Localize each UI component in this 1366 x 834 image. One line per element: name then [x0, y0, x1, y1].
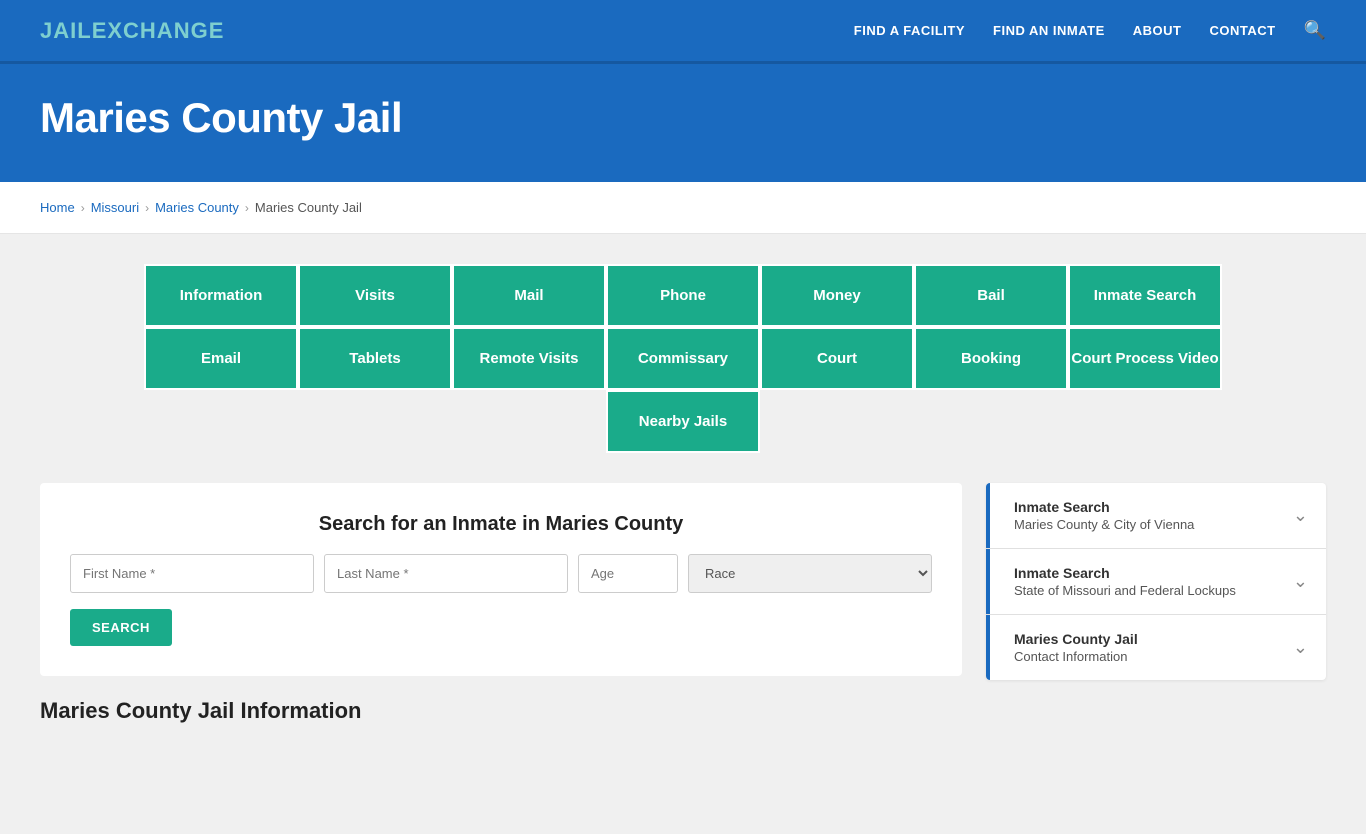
- logo-jail: JAIL: [40, 18, 92, 43]
- logo[interactable]: JAILEXCHANGE: [40, 18, 224, 44]
- feature-button-grid: Information Visits Mail Phone Money Bail…: [40, 264, 1326, 453]
- btn-court-process-video[interactable]: Court Process Video: [1068, 327, 1222, 390]
- button-row-3: Nearby Jails: [606, 390, 760, 453]
- section-heading: Maries County Jail Information: [40, 698, 1326, 730]
- nav-find-inmate[interactable]: FIND AN INMATE: [993, 23, 1105, 38]
- last-name-input[interactable]: [324, 554, 568, 593]
- btn-money[interactable]: Money: [760, 264, 914, 327]
- main-nav: FIND A FACILITY FIND AN INMATE ABOUT CON…: [854, 20, 1326, 41]
- sep-2: ›: [145, 201, 149, 215]
- nav-find-facility[interactable]: FIND A FACILITY: [854, 23, 965, 38]
- page-title: Maries County Jail: [40, 94, 1326, 142]
- search-button[interactable]: SEARCH: [70, 609, 172, 646]
- first-name-input[interactable]: [70, 554, 314, 593]
- nav-about[interactable]: ABOUT: [1133, 23, 1182, 38]
- chevron-down-icon-3: ⌄: [1293, 637, 1308, 658]
- sidebar-accent-2: [986, 549, 990, 614]
- logo-exchange: EXCHANGE: [92, 18, 225, 43]
- sidebar-item-text: Inmate Search Maries County & City of Vi…: [1004, 499, 1194, 532]
- button-row-1: Information Visits Mail Phone Money Bail…: [144, 264, 1222, 327]
- nav-contact[interactable]: CONTACT: [1209, 23, 1275, 38]
- bottom-row: Search for an Inmate in Maries County Ra…: [40, 483, 1326, 680]
- search-form-fields: Race White Black Hispanic Asian Other: [70, 554, 932, 593]
- sidebar-item-title: Inmate Search: [1014, 499, 1194, 515]
- sidebar-item-text-3: Maries County Jail Contact Information: [1004, 631, 1138, 664]
- btn-commissary[interactable]: Commissary: [606, 327, 760, 390]
- sidebar-accent: [986, 483, 990, 548]
- section-heading-wrapper: Maries County Jail Information: [40, 698, 1326, 730]
- sidebar-item-subtitle-2: State of Missouri and Federal Lockups: [1014, 583, 1236, 598]
- sidebar-panel: Inmate Search Maries County & City of Vi…: [986, 483, 1326, 680]
- sidebar-inmate-search-state[interactable]: Inmate Search State of Missouri and Fede…: [986, 549, 1326, 615]
- age-input[interactable]: [578, 554, 678, 593]
- btn-bail[interactable]: Bail: [914, 264, 1068, 327]
- chevron-down-icon: ⌄: [1293, 505, 1308, 526]
- hero-section: Maries County Jail: [0, 64, 1366, 182]
- btn-nearby-jails[interactable]: Nearby Jails: [606, 390, 760, 453]
- main-content: Information Visits Mail Phone Money Bail…: [0, 234, 1366, 834]
- header-search-icon[interactable]: 🔍: [1304, 20, 1326, 41]
- inmate-search-form: Search for an Inmate in Maries County Ra…: [40, 483, 962, 676]
- button-row-2: Email Tablets Remote Visits Commissary C…: [144, 327, 1222, 390]
- sidebar-item-text-2: Inmate Search State of Missouri and Fede…: [1004, 565, 1236, 598]
- btn-phone[interactable]: Phone: [606, 264, 760, 327]
- breadcrumb-home[interactable]: Home: [40, 200, 75, 215]
- chevron-down-icon-2: ⌄: [1293, 571, 1308, 592]
- search-form-title: Search for an Inmate in Maries County: [70, 513, 932, 536]
- btn-court[interactable]: Court: [760, 327, 914, 390]
- sep-1: ›: [81, 201, 85, 215]
- btn-information[interactable]: Information: [144, 264, 298, 327]
- breadcrumb: Home › Missouri › Maries County › Maries…: [0, 182, 1366, 234]
- sidebar-accent-3: [986, 615, 990, 680]
- breadcrumb-maries-county[interactable]: Maries County: [155, 200, 239, 215]
- btn-booking[interactable]: Booking: [914, 327, 1068, 390]
- sep-3: ›: [245, 201, 249, 215]
- sidebar-item-title-2: Inmate Search: [1014, 565, 1236, 581]
- btn-remote-visits[interactable]: Remote Visits: [452, 327, 606, 390]
- btn-visits[interactable]: Visits: [298, 264, 452, 327]
- btn-mail[interactable]: Mail: [452, 264, 606, 327]
- sidebar-item-title-3: Maries County Jail: [1014, 631, 1138, 647]
- sidebar-contact-info[interactable]: Maries County Jail Contact Information ⌄: [986, 615, 1326, 680]
- sidebar-inmate-search-local[interactable]: Inmate Search Maries County & City of Vi…: [986, 483, 1326, 549]
- btn-email[interactable]: Email: [144, 327, 298, 390]
- site-header: JAILEXCHANGE FIND A FACILITY FIND AN INM…: [0, 0, 1366, 64]
- race-select[interactable]: Race White Black Hispanic Asian Other: [688, 554, 932, 593]
- breadcrumb-current: Maries County Jail: [255, 200, 362, 215]
- btn-tablets[interactable]: Tablets: [298, 327, 452, 390]
- sidebar-item-subtitle: Maries County & City of Vienna: [1014, 517, 1194, 532]
- btn-inmate-search[interactable]: Inmate Search: [1068, 264, 1222, 327]
- breadcrumb-missouri[interactable]: Missouri: [91, 200, 139, 215]
- sidebar-item-subtitle-3: Contact Information: [1014, 649, 1138, 664]
